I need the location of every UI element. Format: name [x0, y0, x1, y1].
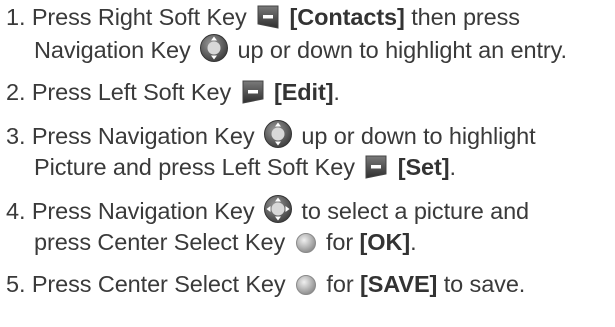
step-text: Press Left Soft Key: [31, 79, 232, 105]
step-5: 5. Press Center Select Key for [SAVE] to…: [6, 269, 612, 300]
step-text: press Center Select Key: [34, 229, 286, 255]
center-select-key-icon: [294, 231, 318, 255]
step-number: 5.: [6, 271, 26, 297]
center-select-key-icon: [294, 273, 318, 297]
step-2: 2. Press Left Soft Key [Edit].: [6, 77, 612, 108]
step-number: 2.: [6, 79, 26, 105]
navigation-key-4way-icon: [263, 194, 293, 224]
navigation-key-up-down-icon: [263, 119, 293, 149]
step-text: up or down to highlight an entry.: [237, 37, 568, 63]
step-text: for: [325, 229, 354, 255]
step-text: Press Navigation Key: [31, 123, 255, 149]
step-text: Press Navigation Key: [31, 198, 255, 224]
step-2-line-1: 2. Press Left Soft Key [Edit].: [6, 77, 612, 108]
step-4-line-2: press Center Select Key for [OK].: [6, 227, 612, 258]
step-text: .: [449, 154, 456, 180]
step-4: 4. Press Navigation Key to select a pict…: [6, 194, 612, 258]
ok-label: [OK]: [359, 229, 411, 255]
edit-softkey-label: [Edit]: [273, 79, 334, 105]
navigation-key-up-down-icon: [199, 33, 229, 63]
right-soft-key-icon: [255, 4, 281, 30]
step-3-line-2: Picture and press Left Soft Key [Set].: [6, 152, 612, 183]
step-text: to save.: [443, 271, 526, 297]
step-1-line-2: Navigation Key up or down to highlight a: [6, 33, 612, 66]
step-text: then press: [411, 4, 520, 30]
step-text: to select a picture and: [301, 198, 530, 224]
step-1-line-1: 1. Press Right Soft Key [Contacts] then …: [6, 2, 612, 33]
left-soft-key-icon: [240, 79, 266, 105]
step-number: 4.: [6, 198, 26, 224]
contacts-softkey-label: [Contacts]: [289, 4, 405, 30]
step-text: up or down to highlight: [301, 123, 536, 149]
step-5-line-1: 5. Press Center Select Key for [SAVE] to…: [6, 269, 612, 300]
step-text: Press Right Soft Key: [31, 4, 247, 30]
left-soft-key-icon: [363, 154, 389, 180]
step-text: for: [326, 271, 354, 297]
step-number: 3.: [6, 123, 26, 149]
step-text: .: [410, 229, 417, 255]
step-text: Picture and press Left Soft Key: [34, 154, 355, 180]
step-text: .: [333, 79, 340, 105]
step-text: Navigation Key: [34, 37, 191, 63]
instruction-list: 1. Press Right Soft Key [Contacts] then …: [6, 2, 612, 311]
step-text: Press Center Select Key: [31, 271, 286, 297]
set-softkey-label: [Set]: [397, 154, 450, 180]
step-4-line-1: 4. Press Navigation Key to select a pict…: [6, 194, 612, 227]
step-3-line-1: 3. Press Navigation Key up or down to hi…: [6, 119, 612, 152]
save-label: [SAVE]: [359, 271, 438, 297]
step-3: 3. Press Navigation Key up or down to hi…: [6, 119, 612, 183]
step-1: 1. Press Right Soft Key [Contacts] then …: [6, 2, 612, 66]
step-number: 1.: [6, 4, 26, 30]
